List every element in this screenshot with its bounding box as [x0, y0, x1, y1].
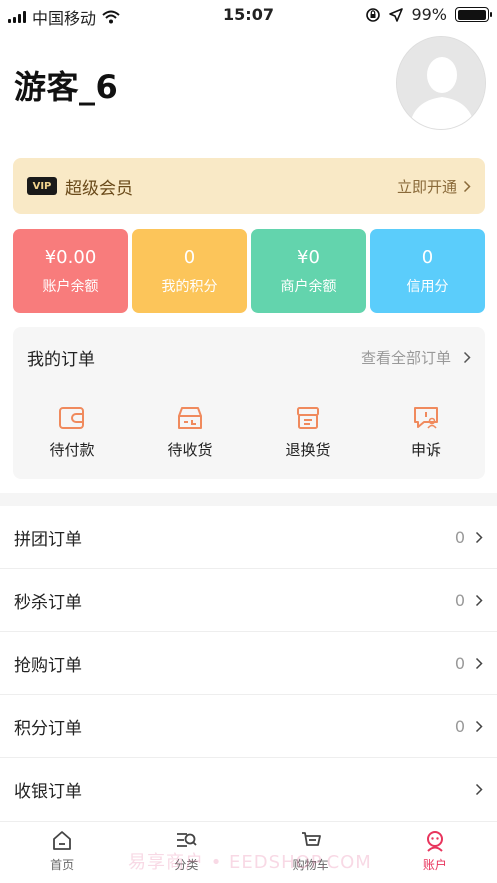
stat-credit-score[interactable]: 0 信用分	[370, 229, 485, 313]
order-status-label: 申诉	[410, 441, 441, 459]
order-status-row: 待付款 待收货 退换货 申诉	[13, 405, 485, 460]
location-arrow-icon	[389, 7, 404, 22]
list-item[interactable]: 秒杀订单 0	[0, 569, 497, 632]
delivery-box-icon	[178, 407, 202, 429]
list-item-right: 0	[455, 654, 483, 673]
account-stats: ¥0.00 账户余额 0 我的积分 ¥0 商户余额 0 信用分	[13, 229, 485, 313]
orders-title: 我的订单	[27, 349, 95, 370]
complaint-icon	[414, 407, 438, 429]
chevron-right-icon	[475, 531, 483, 543]
stat-value: ¥0	[297, 246, 320, 268]
chevron-right-icon	[475, 783, 483, 796]
order-status-label: 待收货	[167, 441, 213, 459]
view-all-orders-link[interactable]: 查看全部订单	[361, 347, 471, 368]
username: 游客_6	[14, 68, 119, 106]
section-divider	[0, 493, 497, 506]
chevron-right-icon	[463, 180, 471, 192]
list-item-count: 0	[454, 527, 465, 547]
tab-label: 账户	[422, 858, 447, 872]
stat-label: 我的积分	[161, 278, 218, 295]
order-status-label: 待付款	[49, 441, 95, 459]
stat-label: 商户余额	[280, 278, 337, 295]
stat-label: 账户余额	[42, 278, 99, 295]
default-avatar-icon	[397, 37, 485, 129]
list-item-right	[465, 783, 483, 796]
order-pending-receipt[interactable]: 待收货	[131, 405, 249, 460]
rotation-lock-icon	[366, 7, 381, 22]
list-item[interactable]: 积分订单 0	[0, 695, 497, 758]
view-all-orders-label: 查看全部订单	[360, 348, 451, 367]
stat-value: 0	[183, 246, 196, 268]
list-item[interactable]: 收银订单	[0, 758, 497, 821]
vip-badge-icon: VIP	[27, 177, 57, 195]
tab-label: 首页	[50, 858, 75, 872]
list-item-label: 收银订单	[14, 782, 82, 802]
tab-home[interactable]: 首页	[0, 822, 124, 883]
vip-open-link[interactable]: 立即开通	[397, 176, 471, 197]
return-box-icon	[297, 407, 319, 429]
chevron-right-icon	[475, 657, 483, 669]
order-type-list: 拼团订单 0 秒杀订单 0 抢购订单 0 积分订单 0 收银订单	[0, 506, 497, 821]
vip-open-label: 立即开通	[396, 177, 457, 196]
stat-points[interactable]: 0 我的积分	[132, 229, 247, 313]
list-item-count: 0	[454, 716, 465, 736]
list-item-right: 0	[455, 528, 483, 547]
list-item-label: 积分订单	[14, 718, 82, 739]
list-item[interactable]: 抢购订单 0	[0, 632, 497, 695]
vip-title: 超级会员	[65, 178, 133, 199]
stat-account-balance[interactable]: ¥0.00 账户余额	[13, 229, 128, 313]
list-item-count: 0	[454, 653, 465, 673]
vip-banner[interactable]: VIP 超级会员 立即开通	[13, 158, 485, 214]
order-return-exchange[interactable]: 退换货	[249, 405, 367, 460]
list-item-label: 拼团订单	[14, 529, 82, 550]
list-item-right: 0	[455, 717, 483, 736]
stat-label: 信用分	[406, 278, 449, 295]
account-icon	[426, 831, 443, 852]
stat-value: 0	[421, 246, 434, 268]
order-pending-payment[interactable]: 待付款	[13, 405, 131, 460]
tab-account[interactable]: 账户	[373, 822, 497, 883]
list-item-count: 0	[454, 590, 465, 610]
chevron-right-icon	[475, 594, 483, 606]
home-icon	[53, 831, 72, 850]
battery-percent: 99%	[411, 5, 447, 24]
battery-icon	[455, 7, 492, 22]
chevron-right-icon	[463, 351, 471, 363]
order-status-label: 退换货	[285, 441, 331, 459]
list-item-right: 0	[455, 591, 483, 610]
list-item-label: 抢购订单	[14, 655, 82, 676]
chevron-right-icon	[475, 720, 483, 732]
order-complaint[interactable]: 申诉	[367, 405, 485, 460]
wallet-icon	[59, 407, 84, 429]
list-item-label: 秒杀订单	[14, 592, 82, 613]
list-item[interactable]: 拼团订单 0	[0, 506, 497, 569]
status-right: 99%	[365, 5, 492, 24]
orders-header: 我的订单 查看全部订单	[13, 327, 485, 387]
watermark: 易享商户 • EEDSHOP.COM	[128, 852, 372, 873]
status-bar: 中国移动 15:07 99%	[0, 0, 497, 30]
my-orders-card: 我的订单 查看全部订单 待付款 待收货 退换货 申诉	[13, 327, 485, 479]
stat-merchant-balance[interactable]: ¥0 商户余额	[251, 229, 366, 313]
avatar[interactable]	[396, 36, 486, 130]
stat-value: ¥0.00	[44, 246, 97, 268]
